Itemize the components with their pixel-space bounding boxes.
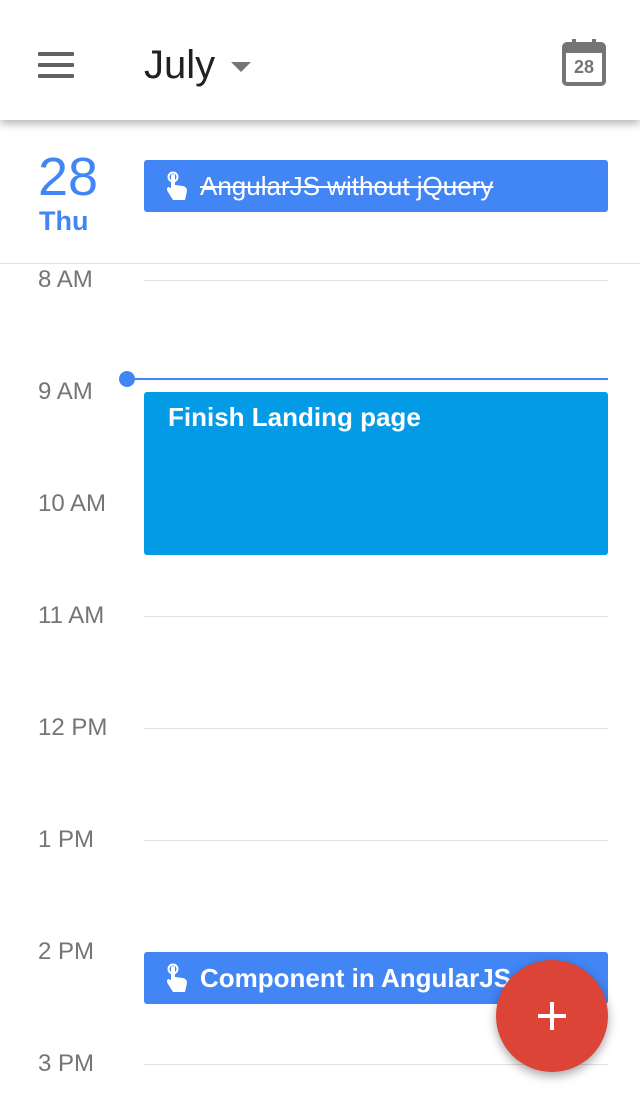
touch-icon <box>167 171 187 200</box>
menu-bar <box>38 63 74 67</box>
hour-divider <box>144 728 608 729</box>
all-day-event-chip[interactable]: AngularJS without jQuery <box>144 160 608 212</box>
add-icon <box>538 1002 566 1030</box>
hour-divider <box>144 840 608 841</box>
menu-icon[interactable] <box>26 40 86 90</box>
hour-label: 8 AM <box>38 266 93 293</box>
date-weekday: Thu <box>39 206 89 236</box>
month-title: July <box>144 42 216 87</box>
event-title: AngularJS without jQuery <box>200 170 494 201</box>
hour-label: 11 AM <box>38 602 105 629</box>
calendar-app: July 28 28 Thu AngularJS without jQuery <box>0 0 640 1103</box>
arrow-drop-down-icon <box>231 62 252 72</box>
event-title: Finish Landing page <box>168 402 421 432</box>
touch-icon <box>167 963 187 992</box>
today-button[interactable]: 28 <box>560 38 608 88</box>
hour-label: 12 PM <box>38 714 108 741</box>
hour-label: 2 PM <box>38 938 95 965</box>
add-event-button[interactable] <box>496 960 608 1072</box>
hour-label: 10 AM <box>38 490 107 517</box>
app-bar: July 28 <box>0 0 640 120</box>
month-picker[interactable]: July <box>144 38 252 92</box>
today-date-number: 28 <box>573 57 595 77</box>
hour-divider <box>144 616 608 617</box>
event-block[interactable]: Finish Landing page <box>144 392 608 555</box>
hour-divider <box>144 280 608 281</box>
current-time-line <box>127 378 608 380</box>
hour-label: 3 PM <box>38 1050 95 1077</box>
hour-label: 1 PM <box>38 826 95 853</box>
current-time-dot <box>119 371 135 387</box>
hour-label: 9 AM <box>38 378 93 405</box>
menu-bar <box>38 74 74 78</box>
date-number: 28 <box>38 147 99 207</box>
menu-bar <box>38 52 74 56</box>
event-title: Component in AngularJS 2 <box>200 962 533 993</box>
day-header: 28 Thu AngularJS without jQuery <box>0 120 640 264</box>
